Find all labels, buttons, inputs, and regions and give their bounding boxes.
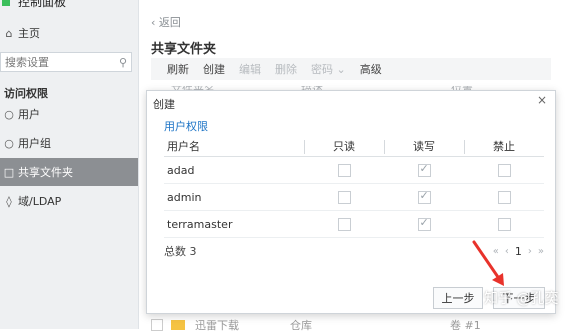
sidebar-item-users[interactable]: ○ 用户: [0, 103, 138, 125]
sidebar-item-groups[interactable]: ○ 用户组: [0, 132, 138, 154]
dialog-title: 创建: [153, 98, 175, 111]
search-input[interactable]: 搜索设置 ⚲: [0, 52, 132, 72]
sidebar-item-label: 用户组: [18, 137, 51, 150]
column-header-deny: 禁止: [464, 138, 544, 154]
sidebar: 控制面板 ⌂ 主页 搜索设置 ⚲ 访问权限 ○ 用户 ○ 用户组 □ 共享文件夹…: [0, 0, 139, 329]
chevron-down-icon: ⌄: [336, 63, 346, 76]
domain-icon: ◊: [6, 194, 12, 208]
last-page-icon[interactable]: »: [538, 246, 544, 257]
home-icon: ⌂: [5, 26, 13, 40]
edit-button[interactable]: 编辑: [232, 61, 268, 77]
password-label: 密码: [311, 63, 333, 76]
username-cell: adad: [167, 163, 195, 177]
row-checkbox[interactable]: [151, 319, 163, 331]
next-page-icon[interactable]: ›: [528, 246, 532, 257]
section-title: 用户权限: [164, 120, 208, 133]
folder-volume: 卷 #1: [450, 319, 481, 332]
table-row: adad: [164, 157, 544, 184]
password-button[interactable]: 密码 ⌄: [304, 61, 353, 77]
username-cell: terramaster: [167, 217, 233, 231]
sidebar-item-label: 域/LDAP: [18, 195, 62, 208]
total-count: 总数 3: [164, 245, 197, 258]
column-header-readonly: 只读: [304, 138, 384, 154]
folder-icon: □: [3, 165, 15, 179]
user-group-icon: ○: [4, 136, 14, 150]
readwrite-checkbox[interactable]: [417, 189, 431, 204]
sidebar-section-title: 访问权限: [4, 87, 48, 100]
sidebar-item-shared-folders[interactable]: □ 共享文件夹: [0, 158, 138, 186]
folder-desc: 仓库: [290, 319, 312, 332]
sidebar-item-domain-ldap[interactable]: ◊ 域/LDAP: [0, 190, 138, 212]
search-placeholder: 搜索设置: [5, 56, 49, 69]
control-panel-icon: [2, 0, 10, 6]
table-row: terramaster: [164, 211, 544, 238]
page-number[interactable]: 1: [515, 245, 522, 258]
readonly-checkbox[interactable]: [337, 190, 351, 204]
previous-button[interactable]: 上一步: [433, 287, 483, 309]
sidebar-item-label: 用户: [18, 108, 40, 121]
back-label: 返回: [158, 16, 181, 29]
advanced-button[interactable]: 高级: [353, 61, 389, 77]
annotation-arrow-icon: [472, 240, 504, 286]
sidebar-item-home[interactable]: ⌂ 主页: [0, 22, 138, 44]
deny-checkbox[interactable]: [497, 163, 511, 177]
permission-table: 用户名 只读 读写 禁止 adad admin terramaster: [164, 136, 544, 238]
readwrite-checkbox[interactable]: [417, 162, 431, 177]
readonly-checkbox[interactable]: [337, 163, 351, 177]
create-button[interactable]: 创建: [196, 61, 232, 77]
column-header-username: 用户名: [167, 140, 200, 153]
deny-checkbox[interactable]: [497, 190, 511, 204]
readonly-checkbox[interactable]: [337, 217, 351, 231]
sidebar-item-label: 共享文件夹: [18, 166, 73, 179]
user-icon: ○: [4, 107, 14, 121]
readwrite-checkbox[interactable]: [417, 216, 431, 231]
deny-checkbox[interactable]: [497, 217, 511, 231]
sidebar-title: 控制面板: [18, 0, 67, 9]
watermark: 知乎 @孔奕: [484, 291, 559, 307]
back-link[interactable]: ‹ 返回: [151, 14, 181, 30]
page-title: 共享文件夹: [151, 42, 217, 57]
column-header-readwrite: 读写: [384, 138, 464, 154]
table-row: admin: [164, 184, 544, 211]
delete-button[interactable]: 删除: [268, 61, 304, 77]
table-row[interactable]: 迅雷下载 仓库 卷 #1: [151, 318, 551, 332]
search-icon[interactable]: ⚲: [115, 56, 131, 69]
sidebar-header: 控制面板: [0, 0, 138, 10]
sidebar-item-label: 主页: [18, 27, 40, 40]
toolbar: 刷新 创建 编辑 删除 密码 ⌄ 高级: [151, 58, 551, 80]
table-header: 用户名 只读 读写 禁止: [164, 136, 544, 157]
refresh-button[interactable]: 刷新: [151, 61, 196, 77]
folder-name: 迅雷下载: [195, 319, 239, 332]
username-cell: admin: [167, 190, 202, 204]
close-icon[interactable]: ×: [537, 93, 547, 107]
